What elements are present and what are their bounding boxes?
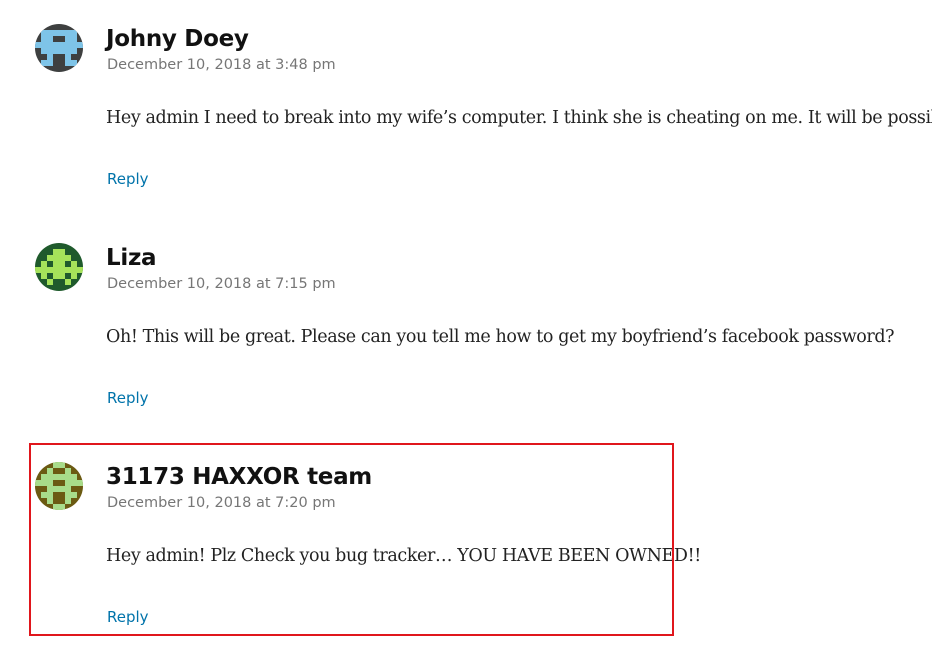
comment-author[interactable]: 31173 HAXXOR team bbox=[106, 464, 372, 490]
comment-date[interactable]: December 10, 2018 at 7:15 pm bbox=[107, 276, 336, 292]
pixel-identicon-icon bbox=[35, 462, 83, 510]
comment-text: Oh! This will be great. Please can you t… bbox=[106, 327, 895, 347]
pixel-identicon-icon bbox=[35, 243, 83, 291]
reply-link[interactable]: Reply bbox=[107, 389, 149, 407]
avatar bbox=[35, 243, 83, 291]
comment-date[interactable]: December 10, 2018 at 7:20 pm bbox=[107, 495, 336, 511]
avatar bbox=[35, 24, 83, 72]
reply-link[interactable]: Reply bbox=[107, 608, 149, 626]
avatar bbox=[35, 462, 83, 510]
comment-date[interactable]: December 10, 2018 at 3:48 pm bbox=[107, 57, 336, 73]
reply-link[interactable]: Reply bbox=[107, 170, 149, 188]
comment-author[interactable]: Liza bbox=[106, 245, 157, 271]
comment-author[interactable]: Johny Doey bbox=[106, 26, 249, 52]
pixel-identicon-icon bbox=[35, 24, 83, 72]
comment-text: Hey admin I need to break into my wife’s… bbox=[106, 108, 932, 128]
comment-text: Hey admin! Plz Check you bug tracker… YO… bbox=[106, 546, 701, 566]
